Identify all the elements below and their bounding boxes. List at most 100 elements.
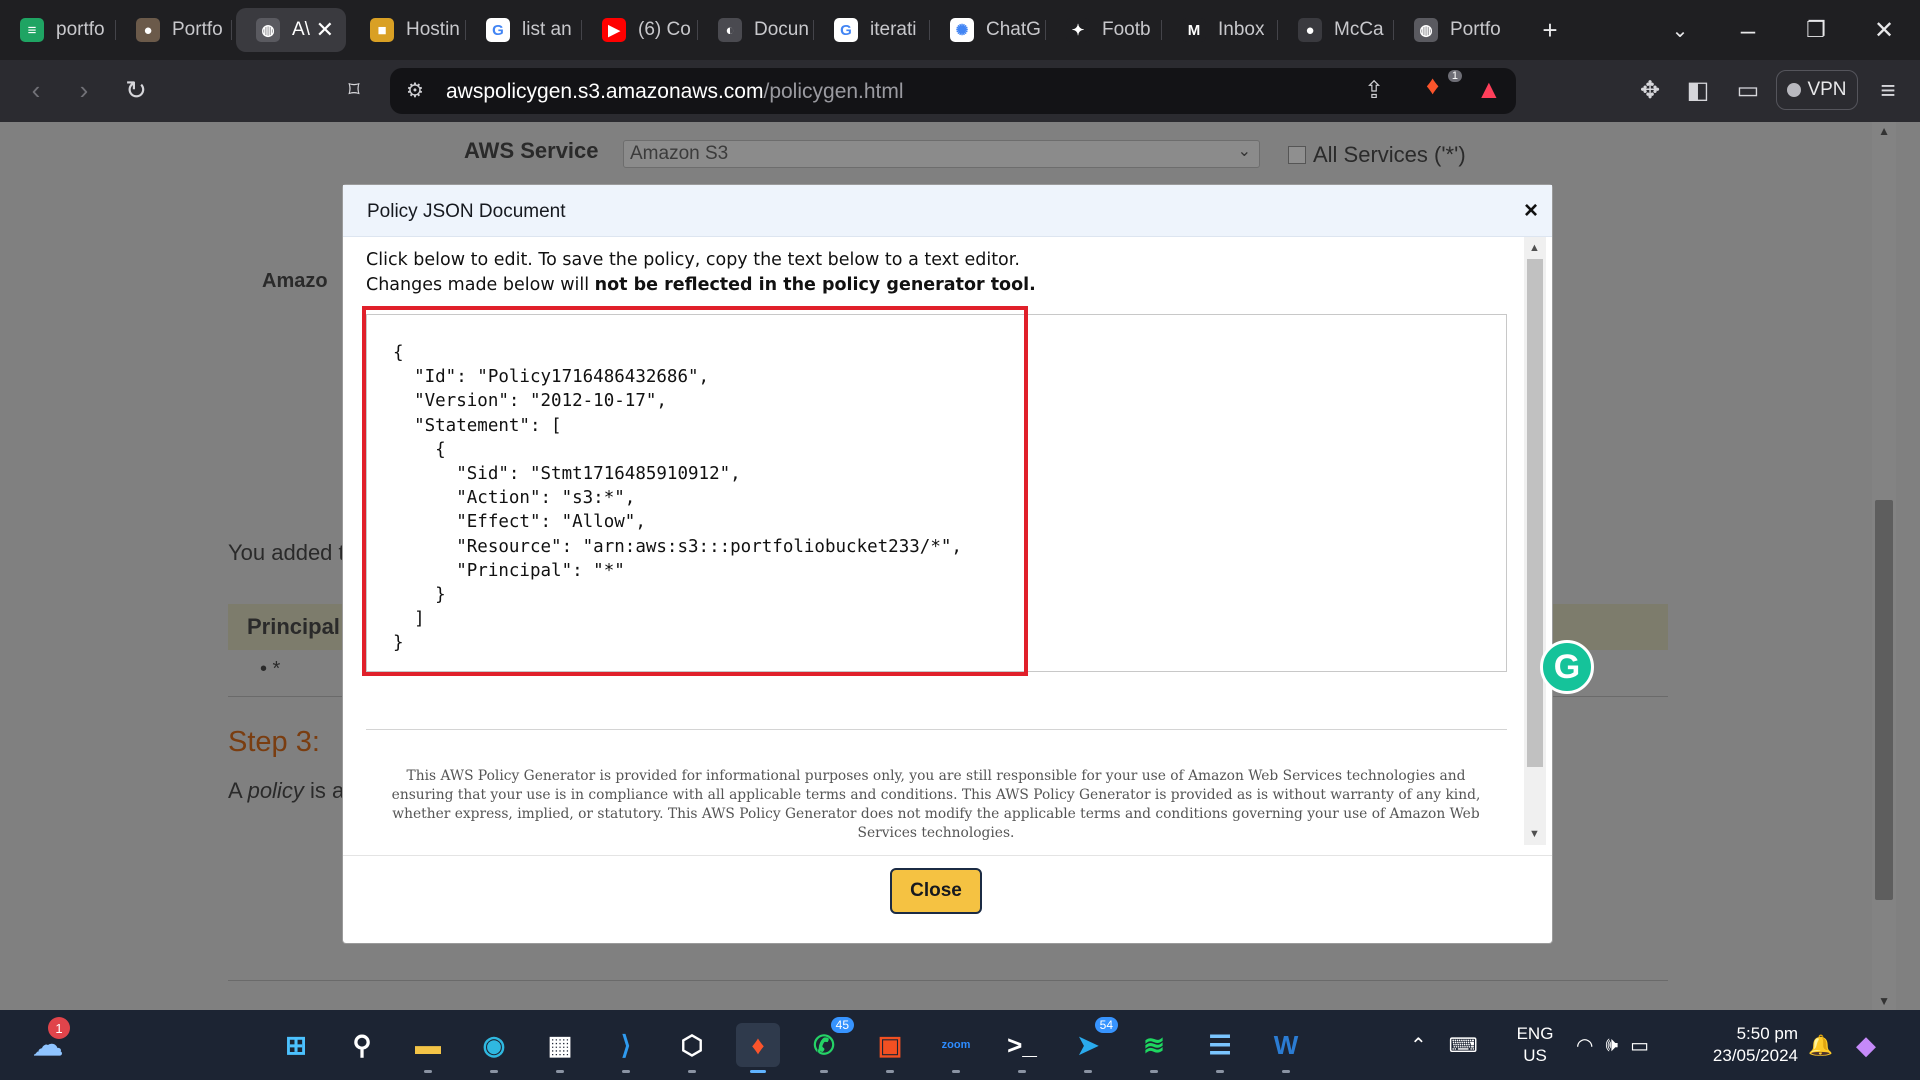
tab-title: Docun	[754, 19, 809, 40]
search-taskbar-button[interactable]: ⚲	[340, 1023, 384, 1067]
modal-close-icon[interactable]: ×	[1524, 197, 1538, 225]
start-icon: ⊞	[285, 1029, 307, 1060]
page-scrollbar-thumb[interactable]	[1875, 500, 1893, 900]
youtube-icon: ▶	[602, 18, 626, 42]
new-tab-label: +	[1542, 14, 1558, 45]
browser-tab[interactable]: ● Portfo	[116, 8, 232, 52]
bookmark-button[interactable]: ⌑	[334, 70, 374, 110]
browser-tab[interactable]: ◍ Portfo	[1394, 8, 1510, 52]
file-explorer-taskbar-button[interactable]: ▬	[406, 1023, 450, 1073]
brave-icon: ♦	[751, 1029, 765, 1060]
office-taskbar-button[interactable]: ▣	[868, 1023, 912, 1073]
brave-rewards-icon[interactable]: ▲	[1476, 74, 1502, 105]
edge-taskbar-button[interactable]: ◉	[472, 1023, 516, 1073]
scroll-up-icon[interactable]: ▲	[1878, 124, 1890, 138]
scroll-down-icon[interactable]: ▼	[1878, 994, 1890, 1008]
avatar-icon: ●	[136, 18, 160, 42]
browser-tab[interactable]: ● McCa	[1278, 8, 1394, 52]
menu-button[interactable]: ≡	[1868, 70, 1908, 110]
all-services-checkbox[interactable]	[1288, 146, 1306, 164]
notepad-icon: ☰	[1208, 1029, 1232, 1060]
spotify-taskbar-button[interactable]: ≋	[1132, 1023, 1176, 1073]
url-host: awspolicygen.s3.amazonaws.com	[446, 80, 764, 103]
terminal-taskbar-button[interactable]: >_	[1000, 1023, 1044, 1073]
modal-header: Policy JSON Document ×	[343, 185, 1552, 237]
grammarly-icon[interactable]: G	[1540, 640, 1594, 694]
browser-tab[interactable]: ■ Hostin	[350, 8, 466, 52]
copilot-button[interactable]: ◆	[1856, 1010, 1876, 1080]
restore-button[interactable]: ❐	[1788, 0, 1844, 60]
modal-scrollbar[interactable]: ▲ ▼	[1524, 237, 1546, 845]
notifications-button[interactable]: 🔔	[1808, 1010, 1833, 1080]
clock[interactable]: 5:50 pm 23/05/2024	[1686, 1010, 1798, 1080]
tab-search-button[interactable]: ⌄	[1652, 0, 1708, 60]
browser-tab[interactable]: Giterati	[814, 8, 930, 52]
notepad-taskbar-button[interactable]: ☰	[1198, 1023, 1242, 1073]
store-taskbar-button[interactable]: ▦	[538, 1023, 582, 1073]
browser-tab[interactable]: ◍ A\ ✕	[236, 8, 346, 52]
close-button[interactable]: Close	[890, 868, 982, 914]
running-indicator	[688, 1070, 696, 1073]
browser-tab[interactable]: ✦ Footb	[1046, 8, 1162, 52]
box3d-taskbar-button[interactable]: ⬡	[670, 1023, 714, 1073]
site-settings-icon[interactable]: ⚙	[406, 78, 424, 103]
browser-tab[interactable]: ◐ Docun	[698, 8, 814, 52]
reload-button[interactable]: ↻	[116, 70, 156, 110]
address-bar[interactable]: ⚙ awspolicygen.s3.amazonaws.com/policyge…	[390, 68, 1516, 114]
zoom-taskbar-button[interactable]: zoom	[934, 1023, 978, 1073]
extensions-button[interactable]: ✥	[1630, 70, 1670, 110]
tab-title: Portfo	[172, 19, 223, 40]
chevron-up-icon[interactable]: ⌃	[1410, 1033, 1427, 1058]
modal-scrollbar-thumb[interactable]	[1527, 259, 1543, 767]
browser-tab[interactable]: ≡ portfo	[0, 8, 116, 52]
box3d-icon: ⬡	[680, 1029, 704, 1060]
keyboard-icon[interactable]: ⌨	[1449, 1033, 1478, 1058]
annotation-highlight-box	[362, 306, 1028, 676]
tab-title: Inbox	[1218, 19, 1265, 40]
box-icon: ■	[370, 18, 394, 42]
tab-title: portfo	[56, 19, 105, 40]
window-close-button[interactable]: ✕	[1856, 0, 1912, 60]
tab-title: Footb	[1102, 19, 1151, 40]
docs-icon: ◐	[718, 18, 742, 42]
scroll-down-icon[interactable]: ▼	[1529, 828, 1540, 840]
vscode-icon: ⟩	[620, 1029, 632, 1060]
scroll-up-icon[interactable]: ▲	[1529, 242, 1540, 254]
tab-close-icon[interactable]: ✕	[316, 17, 334, 43]
restore-icon: ❐	[1806, 17, 1826, 42]
new-tab-button[interactable]: +	[1522, 0, 1578, 60]
quick-settings[interactable]: ◠ 🕪 ▭	[1576, 1010, 1676, 1080]
wallet-button[interactable]: ▭	[1728, 70, 1768, 110]
browser-tab[interactable]: Glist an	[466, 8, 582, 52]
brave-taskbar-button[interactable]: ♦	[736, 1023, 780, 1073]
page-scrollbar[interactable]: ▲ ▼	[1872, 122, 1896, 1010]
aws-service-value: Amazon S3	[630, 143, 729, 164]
running-indicator	[1018, 1070, 1026, 1073]
back-button[interactable]: ‹	[16, 70, 56, 110]
brave-shields-button[interactable]: ♦ 1	[1426, 70, 1462, 110]
vscode-taskbar-button[interactable]: ⟩	[604, 1023, 648, 1073]
language-indicator[interactable]: ENG US	[1512, 1010, 1558, 1080]
tab-title: Portfo	[1450, 19, 1501, 40]
copilot-icon: ◆	[1856, 1029, 1876, 1060]
divider	[228, 980, 1668, 981]
principal-header: Principal	[247, 614, 340, 639]
sidebar-button[interactable]: ◧	[1678, 70, 1718, 110]
browser-tab[interactable]: M Inbox	[1162, 8, 1278, 52]
minimize-button[interactable]: –	[1720, 0, 1776, 60]
all-services-label: All Services ('*')	[1313, 142, 1466, 167]
running-indicator	[820, 1070, 828, 1073]
word-taskbar-button[interactable]: W	[1264, 1023, 1308, 1073]
whatsapp-taskbar-button[interactable]: ✆ 45	[802, 1017, 854, 1073]
start-taskbar-button[interactable]: ⊞	[274, 1023, 318, 1067]
telegram-taskbar-button[interactable]: ➤ 54	[1066, 1017, 1118, 1073]
browser-tab[interactable]: ▶ (6) Co	[582, 8, 698, 52]
browser-tab[interactable]: ✺ ChatG	[930, 8, 1046, 52]
vpn-status-icon	[1787, 83, 1802, 97]
share-icon[interactable]: ⇪	[1364, 76, 1384, 105]
weather-widget[interactable]: ☁ 1	[26, 1017, 70, 1067]
aws-service-select[interactable]: Amazon S3 ⌄	[623, 140, 1260, 168]
reload-icon: ↻	[125, 74, 147, 105]
forward-button[interactable]: ›	[64, 70, 104, 110]
vpn-button[interactable]: VPN	[1776, 70, 1858, 110]
